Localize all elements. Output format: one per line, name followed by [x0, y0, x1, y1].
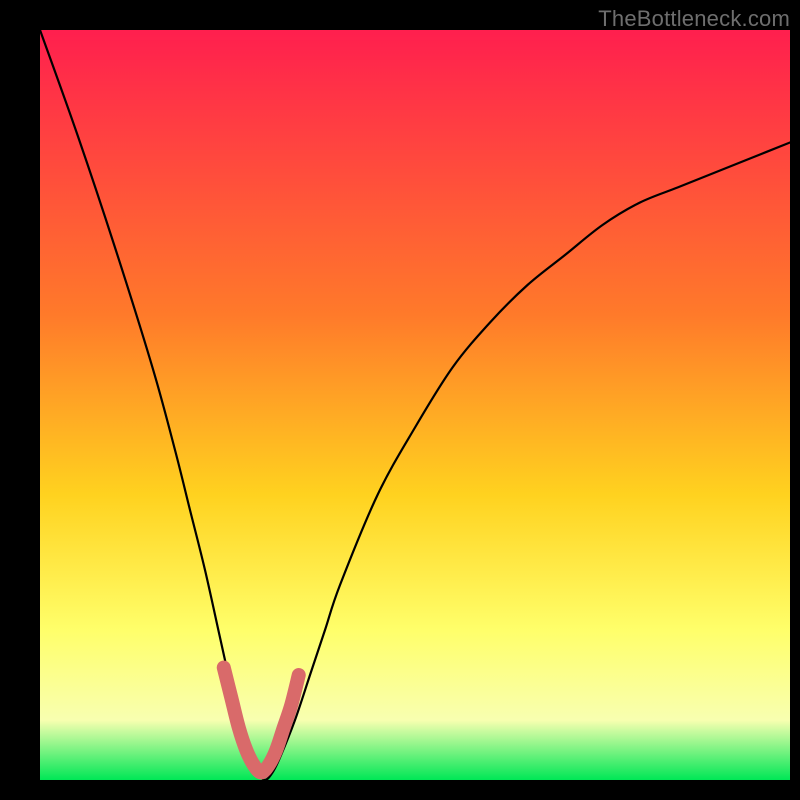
watermark-text: TheBottleneck.com — [598, 6, 790, 32]
gradient-background — [40, 30, 790, 780]
plot-area — [40, 30, 790, 780]
bottleneck-chart — [40, 30, 790, 780]
chart-frame: TheBottleneck.com — [0, 0, 800, 800]
